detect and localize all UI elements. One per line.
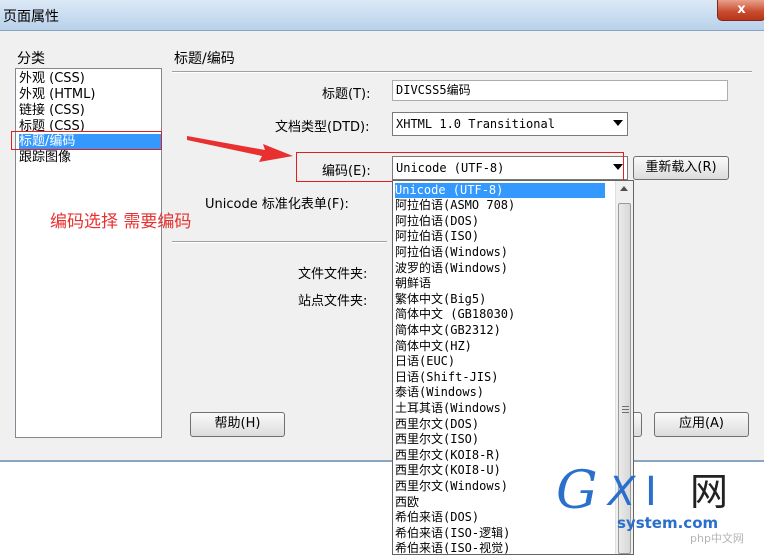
window-title: 页面属性 [3,9,59,25]
title-input[interactable]: DIVCSS5编码 [392,80,728,101]
site-folder-label: 站点文件夹: [298,294,368,309]
doctype-value: XHTML 1.0 Transitional [396,117,555,131]
watermark-php: php中文网 [690,532,744,545]
watermark-logo-x: X [608,469,636,515]
encoding-option[interactable]: 西里尔文(DOS) [395,417,605,432]
category-heading: 分类 [17,51,45,67]
title-bar: 页面属性 x [0,0,764,31]
annotation-arrow-icon [187,136,293,162]
encoding-option[interactable]: 波罗的语(Windows) [395,261,605,276]
watermark-logo-i: I [645,469,657,515]
encoding-option[interactable]: 朝鲜语 [395,276,605,291]
encoding-option[interactable]: 阿拉伯语(ISO) [395,229,605,244]
encoding-option[interactable]: 简体中文 (GB18030) [395,307,605,322]
grip-line [622,412,629,413]
encoding-option[interactable]: 日语(EUC) [395,354,605,369]
annotation-note: 编码选择 需要编码 [50,212,192,232]
category-item-appearance-css[interactable]: 外观 (CSS) [19,71,161,86]
annotation-highlight-encoding [296,152,624,182]
panel-divider [172,71,752,73]
encoding-option[interactable]: 日语(Shift-JIS) [395,370,605,385]
reload-button[interactable]: 重新载入(R) [633,156,729,180]
encoding-option[interactable]: 泰语(Windows) [395,385,605,400]
close-button[interactable]: x [717,0,764,21]
panel-heading: 标题/编码 [174,51,235,67]
section-divider [172,241,387,243]
encoding-option[interactable]: 繁体中文(Big5) [395,292,605,307]
chevron-down-icon [613,120,623,126]
grip-line [622,406,629,407]
encoding-option[interactable]: Unicode (UTF-8) [395,183,605,198]
encoding-option[interactable]: 阿拉伯语(DOS) [395,214,605,229]
encoding-option[interactable]: 简体中文(HZ) [395,339,605,354]
doctype-select[interactable]: XHTML 1.0 Transitional [392,112,628,136]
encoding-option[interactable]: 土耳其语(Windows) [395,401,605,416]
apply-button[interactable]: 应用(A) [654,412,749,437]
encoding-option[interactable]: 阿拉伯语(ASMO 708) [395,198,605,213]
annotation-highlight-category [11,131,162,150]
encoding-option[interactable]: 希伯来语(ISO-逻辑) [395,526,605,541]
help-button[interactable]: 帮助(H) [190,412,285,437]
watermark-logo-net: 网 [690,470,729,514]
encoding-option[interactable]: 阿拉伯语(Windows) [395,245,605,260]
category-item-tracing-image[interactable]: 跟踪图像 [19,150,161,165]
encoding-option[interactable]: 西里尔文(ISO) [395,432,605,447]
category-item-links-css[interactable]: 链接 (CSS) [19,103,161,118]
category-list[interactable]: 外观 (CSS) 外观 (HTML) 链接 (CSS) 标题 (CSS) 标题/… [15,68,162,438]
grip-line [622,409,629,410]
encoding-option[interactable]: 简体中文(GB2312) [395,323,605,338]
document-folder-label: 文件文件夹: [298,267,368,282]
scroll-up-arrow-icon[interactable] [620,186,628,191]
category-item-appearance-html[interactable]: 外观 (HTML) [19,87,161,102]
title-label: 标题(T): [322,87,371,102]
normalization-form-label: Unicode 标准化表单(F): [205,197,349,212]
watermark-logo-g: G [556,461,598,521]
encoding-dropdown-list[interactable]: Unicode (UTF-8) 阿拉伯语(ASMO 708) 阿拉伯语(DOS)… [392,180,634,555]
